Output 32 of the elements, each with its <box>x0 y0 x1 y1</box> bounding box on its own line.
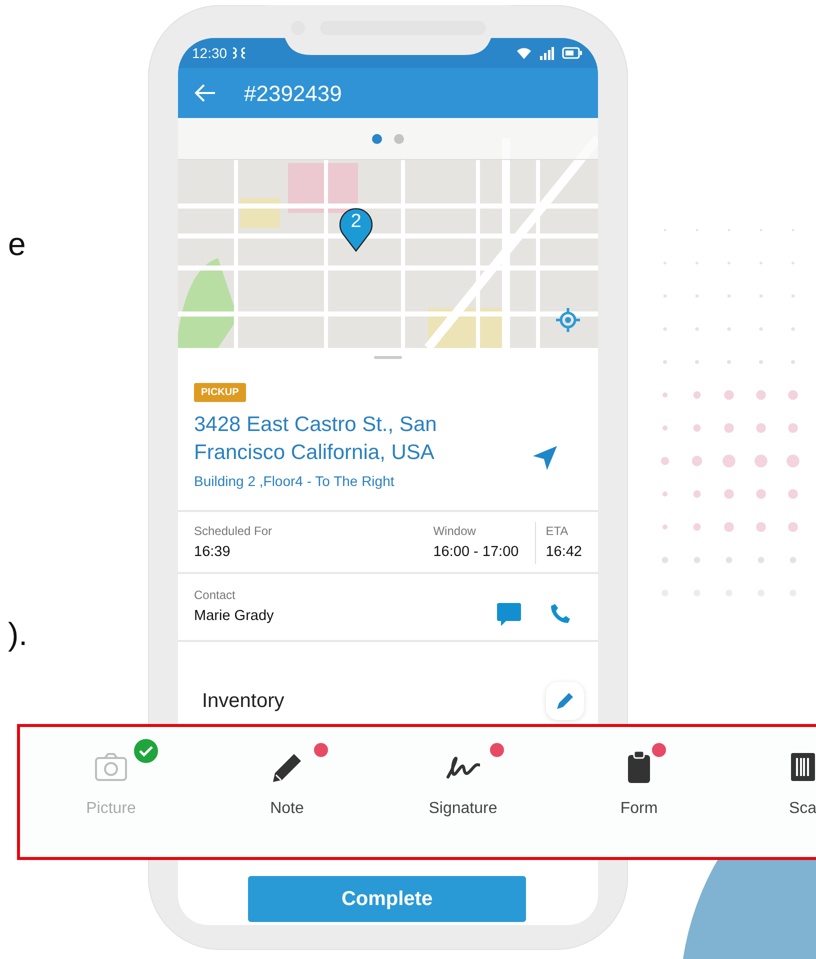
field-value: 16:00 - 17:00 <box>433 543 519 562</box>
navigate-icon[interactable] <box>532 445 558 471</box>
address-note: Building 2 ,Floor4 - To The Right <box>194 472 396 491</box>
notification-icon <box>231 46 248 60</box>
signal-icon <box>540 46 554 60</box>
edit-button[interactable] <box>546 682 584 720</box>
field-value: 16:42 <box>546 543 582 562</box>
text-fragment: ). <box>8 618 28 650</box>
wifi-icon <box>516 46 532 60</box>
chat-icon[interactable] <box>496 601 522 627</box>
page-indicator-dot[interactable] <box>372 134 382 144</box>
status-time: 12:30 <box>192 44 228 62</box>
stop-type-tag: PICKUP <box>194 383 246 402</box>
field-label: Contact <box>194 587 236 604</box>
order-title: #2392439 <box>244 80 342 108</box>
field-label: ETA <box>546 523 570 540</box>
text-fragment: e <box>8 228 26 260</box>
field-label: Window <box>433 523 477 540</box>
pencil-icon[interactable] <box>555 691 575 711</box>
page-indicator-dot[interactable] <box>394 134 404 144</box>
contact-name: Marie Grady <box>194 607 275 626</box>
toolbar-item[interactable]: Signature <box>375 727 551 857</box>
battery-icon <box>562 47 582 59</box>
toolbar-item[interactable]: Form <box>551 727 727 857</box>
stop-address: 3428 East Castro St., San Francisco California, USA <box>194 412 438 466</box>
drag-handle[interactable] <box>374 356 402 359</box>
phone-icon[interactable] <box>548 602 572 626</box>
field-label: Scheduled For <box>194 523 274 540</box>
field-value: 16:39 <box>194 543 232 562</box>
locate-icon[interactable] <box>556 308 580 332</box>
section-title: Inventory <box>202 689 286 714</box>
toolbar-item[interactable]: Note <box>199 727 375 857</box>
